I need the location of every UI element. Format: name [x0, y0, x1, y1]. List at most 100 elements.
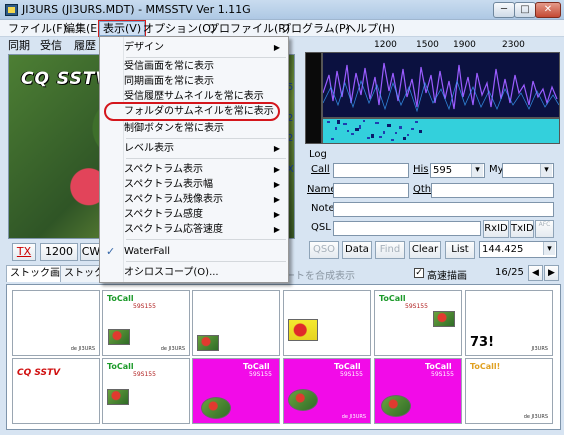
page-counter: 16/25 — [495, 267, 524, 278]
spectrum-display[interactable] — [322, 52, 560, 118]
thumbnail-footer: de JI3URS — [160, 346, 185, 352]
tab-sync[interactable]: 同期 — [8, 38, 30, 54]
thumbnail-title: ToCall — [107, 294, 134, 303]
menu-separator — [126, 239, 286, 240]
qsl-field[interactable] — [333, 221, 481, 236]
menu-show-receive[interactable]: 受信画面を常に表示 — [100, 59, 288, 74]
menu-spectrum-afterimage[interactable]: スペクトラム残像表示 ▶ — [100, 192, 288, 207]
thumbnail[interactable]: ToCall 59S155 — [102, 358, 190, 424]
app-icon[interactable] — [5, 4, 18, 16]
menu-show-history-thumbnails[interactable]: 受信履歴サムネイルを常に表示 — [100, 89, 288, 104]
menu-oscilloscope[interactable]: オシロスコープ(O)... — [100, 265, 288, 280]
menu-waterfall[interactable]: ✓ WaterFall — [100, 244, 288, 259]
menu-spectrum-sensitivity[interactable]: スペクトラム感度 ▶ — [100, 207, 288, 222]
menu-item-label: デザイン — [124, 42, 164, 53]
thumbnail[interactable]: CQ SSTV — [12, 358, 100, 424]
qsl-label: QSL — [311, 222, 331, 233]
thumbnail-footer: de JI3URS — [523, 414, 548, 420]
log-title: Log — [307, 149, 329, 160]
thumbnail[interactable]: 73! JI3URS — [465, 290, 553, 356]
prev-page-button[interactable]: ◀ — [528, 265, 543, 281]
thumbnail-picture — [381, 395, 411, 417]
thumbnail[interactable]: ToCall 59S155 — [374, 290, 462, 356]
fast-draw-checkbox[interactable]: ✓ — [414, 268, 424, 278]
thumbnail-picture — [108, 329, 130, 345]
waterfall-display[interactable] — [322, 118, 560, 144]
submenu-arrow-icon: ▶ — [273, 195, 280, 204]
menu-item-label: スペクトラム応答速度 — [124, 224, 223, 235]
menu-separator — [126, 158, 286, 159]
thumbnail-title: ToCall! — [470, 362, 501, 371]
submenu-arrow-icon: ▶ — [273, 165, 280, 174]
my-rst-select[interactable] — [502, 163, 554, 178]
thumbnail[interactable] — [283, 290, 371, 356]
menu-spectrum-width[interactable]: スペクトラム表示幅 ▶ — [100, 177, 288, 192]
freq-tick-label: 2300 — [502, 40, 525, 50]
thumbnail[interactable]: ToCall! de JI3URS — [465, 358, 553, 424]
thumbnail-title: ToCall — [243, 362, 270, 371]
menu-show-folder-thumbnails[interactable]: フォルダのサムネイルを常に表示 — [104, 102, 280, 121]
menu-separator — [126, 57, 286, 58]
tx-button[interactable]: TX — [12, 243, 36, 261]
tab-history[interactable]: 履歴 — [74, 38, 96, 54]
menu-view[interactable]: 表示(V) — [97, 20, 147, 37]
data-button[interactable]: Data — [342, 241, 372, 259]
thumbnail-subtitle: 59S155 — [133, 303, 156, 310]
view-menu-dropdown: デザイン ▶ 受信画面を常に表示 同期画面を常に表示 受信履歴サムネイルを常に表… — [99, 36, 289, 283]
baud-button[interactable]: 1200 — [40, 243, 78, 261]
note-field[interactable] — [333, 202, 554, 217]
tab-receive[interactable]: 受信 — [40, 38, 62, 54]
level-meter — [305, 52, 322, 144]
maximize-button[interactable]: □ — [514, 2, 536, 18]
menu-show-control-buttons[interactable]: 制御ボタンを常に表示 — [100, 121, 288, 136]
menu-item-label: WaterFall — [124, 246, 171, 257]
menu-bar: ファイル(F) 編集(E) 表示(V) オプション(O) プロファイル(R) プ… — [0, 20, 564, 37]
menu-separator — [126, 138, 286, 139]
close-button[interactable]: ✕ — [535, 2, 561, 18]
qso-button[interactable]: QSO — [309, 241, 339, 259]
thumbnail[interactable]: ToCall 59S155 — [192, 358, 280, 424]
clear-button[interactable]: Clear — [409, 241, 441, 259]
menu-design[interactable]: デザイン ▶ — [100, 40, 288, 55]
thumbnail[interactable]: de JI3URS — [12, 290, 100, 356]
thumbnail[interactable]: ToCall 59S155 — [374, 358, 462, 424]
find-button[interactable]: Find — [375, 241, 405, 259]
menu-item-label: スペクトラム残像表示 — [124, 194, 223, 205]
title-bar: JI3URS (JI3URS.MDT) - MMSSTV Ver 1.11G ─… — [0, 0, 564, 20]
menu-show-sync[interactable]: 同期画面を常に表示 — [100, 74, 288, 89]
thumbnail-subtitle: 59S155 — [249, 371, 272, 378]
call-field[interactable] — [333, 163, 409, 178]
freq-tick-label: 1200 — [374, 40, 397, 50]
submenu-arrow-icon: ▶ — [273, 43, 280, 52]
thumbnail-title: CQ SSTV — [17, 368, 61, 378]
qth-label: Qth — [413, 184, 432, 195]
txid-button[interactable]: TxID — [510, 220, 534, 238]
menu-item-label: レベル表示 — [124, 143, 174, 154]
thumbnail[interactable] — [192, 290, 280, 356]
menu-help[interactable]: ヘルプ(H) — [342, 21, 398, 36]
thumbnail-picture — [107, 389, 129, 405]
thumbnail-subtitle: 59S155 — [133, 371, 156, 378]
menu-level-display[interactable]: レベル表示 ▶ — [100, 141, 288, 156]
thumbnail-picture — [201, 397, 231, 419]
menu-item-label: スペクトラム感度 — [124, 209, 203, 220]
thumbnail[interactable]: ToCall 59S155 de JI3URS — [283, 358, 371, 424]
rxid-button[interactable]: RxID — [483, 220, 509, 238]
menu-spectrum-response[interactable]: スペクトラム応答速度 ▶ — [100, 222, 288, 237]
next-page-button[interactable]: ▶ — [544, 265, 559, 281]
qth-field[interactable] — [431, 183, 554, 198]
his-rst-select[interactable]: 595 — [430, 163, 485, 178]
minimize-button[interactable]: ─ — [493, 2, 515, 18]
menu-edit[interactable]: 編集(E) — [61, 21, 105, 36]
frequency-select[interactable]: 144.425 — [479, 241, 557, 258]
waterfall-noise — [327, 120, 422, 141]
list-button[interactable]: List — [445, 241, 475, 259]
thumbnail-title: ToCall — [425, 362, 452, 371]
compose-template-label: ートを合成表示 — [285, 271, 355, 282]
thumbnail-subtitle: 59S155 — [431, 371, 454, 378]
check-icon: ✓ — [106, 245, 116, 258]
afc-button[interactable]: AFC — [535, 220, 554, 238]
name-field[interactable] — [333, 183, 409, 198]
menu-spectrum-display[interactable]: スペクトラム表示 ▶ — [100, 162, 288, 177]
thumbnail[interactable]: ToCall 59S155 de JI3URS — [102, 290, 190, 356]
